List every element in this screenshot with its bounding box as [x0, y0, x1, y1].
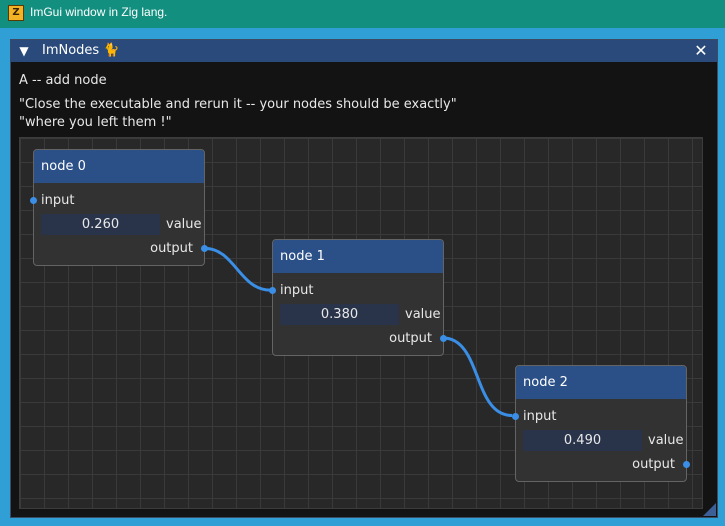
node-1-output-label: output — [389, 331, 432, 346]
instruction-add-node: A -- add node — [19, 73, 107, 88]
node-0-value-label: value — [166, 217, 202, 232]
link-node1-to-node2[interactable] — [442, 336, 513, 417]
imnodes-window-title: ImNodes 🐈 — [42, 43, 120, 58]
node-0-output-pin[interactable] — [201, 245, 208, 252]
node-2-output-label: output — [632, 457, 675, 472]
imnodes-window-titlebar[interactable]: ▼ ImNodes 🐈 ✕ — [11, 40, 717, 62]
node-1-value-field[interactable]: 0.380 — [280, 304, 399, 325]
node-2-value-label: value — [648, 433, 684, 448]
node-0-output-label: output — [150, 241, 193, 256]
instruction-rerun: "Close the executable and rerun it -- yo… — [19, 97, 457, 112]
node-2[interactable]: node 2 input 0.490 value output — [512, 365, 690, 482]
node-0-input-label: input — [41, 193, 75, 208]
imnodes-window-title-text: ImNodes — [42, 43, 100, 58]
node-2-output-pin[interactable] — [683, 461, 690, 468]
node-1-input-label: input — [280, 283, 314, 298]
link-node0-to-node1[interactable] — [204, 246, 271, 292]
node-1-input-pin[interactable] — [269, 287, 276, 294]
node-0-title: node 0 — [41, 159, 86, 174]
node-1-title: node 1 — [280, 249, 325, 264]
node-2-input-label: input — [523, 409, 557, 424]
os-window-title: ImGui window in Zig lang. — [30, 5, 168, 19]
node-1[interactable]: node 1 input 0.380 value output — [269, 239, 447, 356]
node-0-titlebar[interactable]: node 0 — [34, 150, 204, 183]
os-titlebar[interactable]: Z ImGui window in Zig lang. — [0, 0, 725, 28]
node-1-value-label: value — [405, 307, 441, 322]
node-1-output-pin[interactable] — [440, 335, 447, 342]
collapse-triangle-icon[interactable]: ▼ — [17, 43, 31, 59]
node-2-input-pin[interactable] — [512, 413, 519, 420]
node-0[interactable]: node 0 input 0.260 value output — [30, 149, 208, 266]
cat-emoji-icon: 🐈 — [103, 43, 120, 58]
instruction-rerun-continued: "where you left them !" — [19, 115, 172, 130]
node-1-titlebar[interactable]: node 1 — [273, 240, 443, 273]
imnodes-window[interactable]: ▼ ImNodes 🐈 ✕ A -- add node "Close the e… — [10, 39, 718, 518]
node-0-input-pin[interactable] — [30, 197, 37, 204]
window-resize-grip[interactable] — [703, 503, 716, 516]
zig-app-icon: Z — [8, 5, 24, 21]
close-window-icon[interactable]: ✕ — [693, 41, 709, 61]
node-2-value-field[interactable]: 0.490 — [523, 430, 642, 451]
node-2-title: node 2 — [523, 375, 568, 390]
node-0-value-field[interactable]: 0.260 — [41, 214, 160, 235]
node-2-titlebar[interactable]: node 2 — [516, 366, 686, 399]
node-editor-canvas[interactable]: node 0 input 0.260 value output node 1 i… — [19, 137, 703, 509]
